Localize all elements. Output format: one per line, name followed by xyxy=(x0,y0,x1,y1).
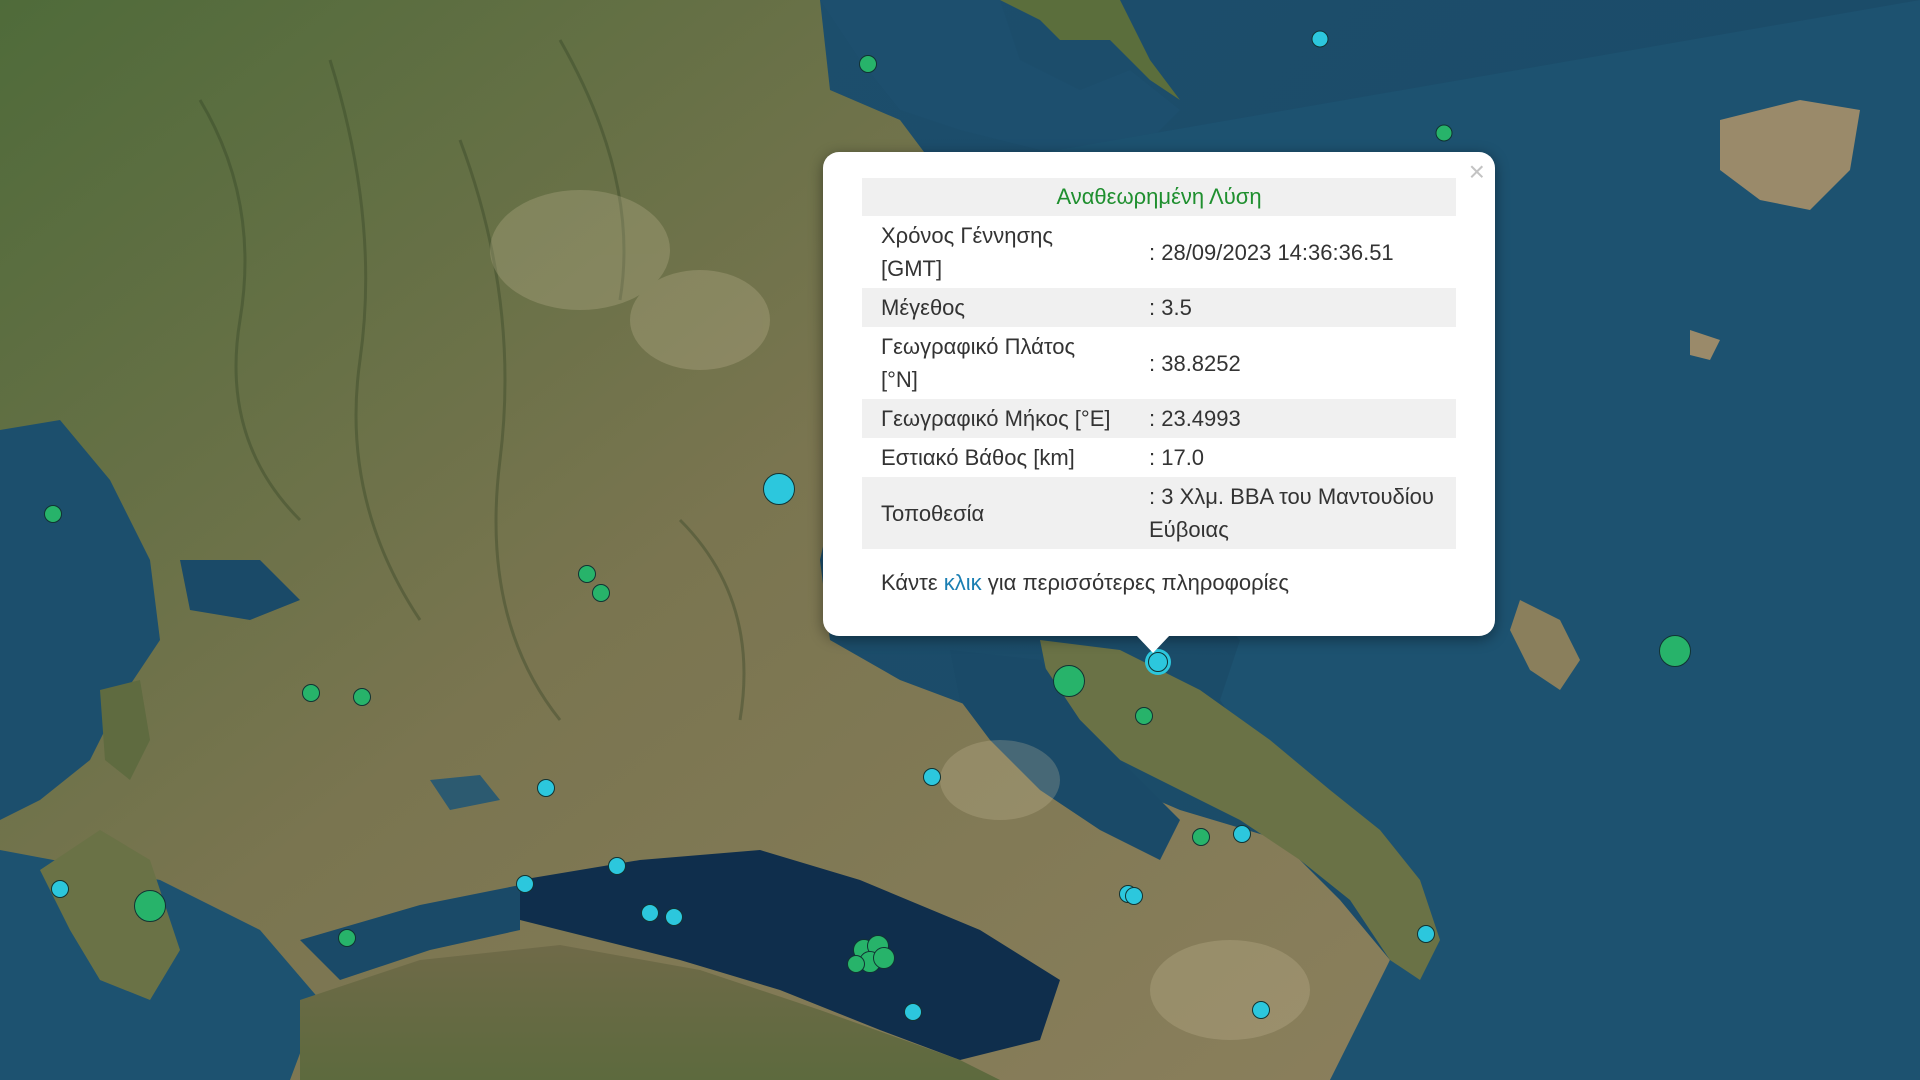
earthquake-marker[interactable] xyxy=(353,688,371,706)
origin-time-value: : 28/09/2023 14:36:36.51 xyxy=(1149,239,1394,265)
longitude-value: : 23.4993 xyxy=(1130,399,1456,438)
earthquake-marker[interactable] xyxy=(1125,887,1143,905)
popup-header-row: Αναθεωρημένη Λύση xyxy=(862,178,1456,216)
earthquake-marker[interactable] xyxy=(641,904,659,922)
earthquake-marker[interactable] xyxy=(923,768,941,786)
earthquake-marker[interactable] xyxy=(904,1003,922,1021)
earthquake-marker[interactable] xyxy=(302,684,320,702)
location-value: : 3 Χλμ. ΒΒΑ του Μαντουδίου Εύβοιας xyxy=(1130,477,1456,549)
popup-title: Αναθεωρημένη Λύση xyxy=(862,178,1456,216)
earthquake-marker[interactable] xyxy=(847,955,865,973)
latitude-label: Γεωγραφικό Πλάτος [°N] xyxy=(881,334,1076,392)
table-row: Γεωγραφικό Μήκος [°E] : 23.4993 xyxy=(862,399,1456,438)
earthquake-marker[interactable] xyxy=(578,565,596,583)
more-info-line: Κάντε κλικ για περισσότερες πληροφορίες xyxy=(881,570,1289,596)
earthquake-marker[interactable] xyxy=(1417,925,1435,943)
earthquake-marker[interactable] xyxy=(44,505,62,523)
earthquake-marker[interactable] xyxy=(1233,825,1251,843)
earthquake-marker[interactable] xyxy=(1192,828,1210,846)
close-icon[interactable]: × xyxy=(1469,158,1485,186)
earthquake-marker[interactable] xyxy=(338,929,356,947)
earthquake-marker[interactable] xyxy=(873,947,895,969)
origin-time-label: Χρόνος Γέννησης [GMT] xyxy=(881,223,1053,281)
earthquake-details-table: Αναθεωρημένη Λύση Χρόνος Γέννησης [GMT] … xyxy=(862,178,1456,549)
table-row: Εστιακό Βάθος [km] : 17.0 xyxy=(862,438,1456,477)
earthquake-marker[interactable] xyxy=(1311,30,1329,48)
earthquake-marker[interactable] xyxy=(1135,707,1153,725)
longitude-label: Γεωγραφικό Μήκος [°E] xyxy=(862,399,1130,438)
earthquake-marker[interactable] xyxy=(1659,635,1691,667)
table-row: Γεωγραφικό Πλάτος [°N] : 38.8252 xyxy=(862,327,1456,399)
earthquake-marker[interactable] xyxy=(608,857,626,875)
more-info-prefix: Κάντε xyxy=(881,570,938,595)
table-row: Χρόνος Γέννησης [GMT] : 28/09/2023 14:36… xyxy=(862,216,1456,288)
earthquake-marker[interactable] xyxy=(665,908,683,926)
earthquake-marker[interactable] xyxy=(516,875,534,893)
more-info-link[interactable]: κλικ xyxy=(944,570,982,595)
magnitude-label: Μέγεθος xyxy=(862,288,1130,327)
more-info-suffix: για περισσότερες πληροφορίες xyxy=(987,570,1289,595)
earthquake-marker[interactable] xyxy=(859,55,877,73)
latitude-value: : 38.8252 xyxy=(1149,350,1241,376)
earthquake-marker[interactable] xyxy=(1053,665,1085,697)
earthquake-marker[interactable] xyxy=(537,779,555,797)
depth-value: : 17.0 xyxy=(1149,445,1205,470)
magnitude-value: : 3.5 xyxy=(1130,288,1456,327)
table-row: Τοποθεσία : 3 Χλμ. ΒΒΑ του Μαντουδίου Εύ… xyxy=(862,477,1456,549)
earthquake-marker[interactable] xyxy=(592,584,610,602)
table-row: Μέγεθος : 3.5 xyxy=(862,288,1456,327)
earthquake-marker-selected[interactable] xyxy=(1148,652,1168,672)
earthquake-marker[interactable] xyxy=(51,880,69,898)
earthquake-marker[interactable] xyxy=(763,473,795,505)
earthquake-info-popup: × Αναθεωρημένη Λύση Χρόνος Γέννησης [GMT… xyxy=(823,152,1495,653)
earthquake-marker[interactable] xyxy=(1252,1001,1270,1019)
earthquake-marker[interactable] xyxy=(134,890,166,922)
popup-tip xyxy=(1136,635,1170,653)
earthquake-marker[interactable] xyxy=(1435,124,1453,142)
depth-label: Εστιακό Βάθος [km] xyxy=(881,445,1075,470)
location-label: Τοποθεσία xyxy=(862,477,1130,549)
